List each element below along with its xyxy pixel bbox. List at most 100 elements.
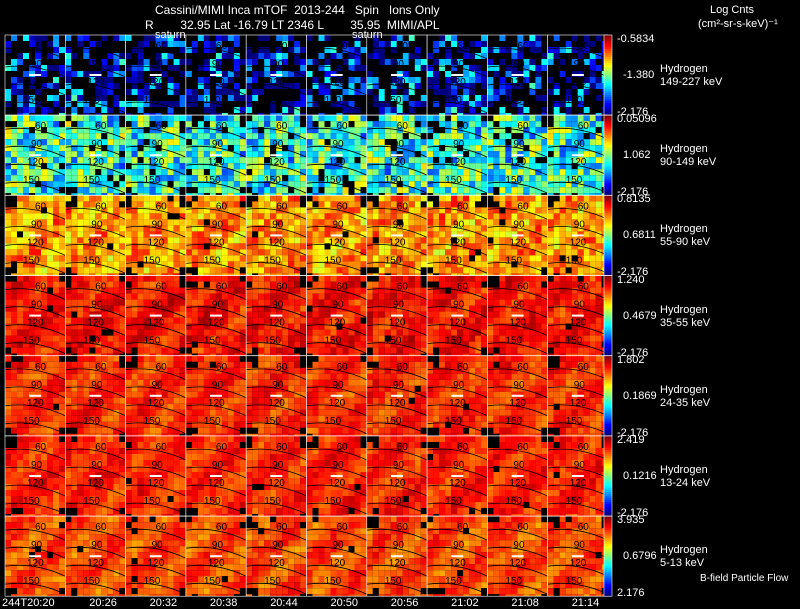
heatmap-cell [360, 207, 367, 214]
heatmap-cell [553, 231, 560, 238]
heatmap-cell [71, 157, 78, 164]
heatmap-cell [125, 65, 132, 71]
heatmap-cell [71, 201, 78, 208]
heatmap-cell [481, 83, 488, 89]
heatmap-cell [414, 77, 421, 83]
heatmap-cell [535, 207, 542, 214]
heatmap-cell [167, 193, 174, 196]
heatmap-cell [529, 41, 536, 47]
heatmap-cell [372, 213, 379, 220]
heatmap-cell [264, 53, 271, 59]
heatmap-cell [161, 95, 168, 101]
heatmap-cell [288, 35, 295, 41]
heatmap-cell [499, 219, 506, 226]
heatmap-panel: 6090120150 [306, 114, 368, 196]
heatmap-cell [239, 35, 246, 41]
heatmap-cell [481, 195, 488, 202]
heatmap-cell [95, 267, 102, 274]
heatmap-cell [469, 237, 476, 244]
heatmap-cell [107, 201, 114, 208]
heatmap-cell [252, 237, 259, 244]
heatmap-cell [53, 145, 59, 152]
heatmap-cell [565, 107, 572, 113]
heatmap-cell [541, 145, 548, 152]
heatmap-cell [65, 261, 72, 268]
heatmap-cell [595, 157, 602, 164]
heatmap-cell [53, 139, 59, 146]
heatmap-cell [179, 243, 186, 250]
heatmap-cell [131, 267, 138, 274]
heatmap-cell [433, 255, 440, 262]
heatmap-cell [11, 41, 17, 47]
heatmap-cell [107, 41, 114, 47]
heatmap-cell [53, 237, 59, 244]
heatmap-cell [589, 255, 596, 262]
heatmap-cell [119, 255, 126, 262]
heatmap-cell [5, 133, 11, 140]
heatmap-cell [541, 41, 548, 47]
heatmap-cell [378, 71, 385, 77]
heatmap-cell [282, 95, 289, 101]
heatmap-cell [191, 249, 198, 256]
heatmap-cell [264, 195, 271, 202]
heatmap-cell [252, 249, 259, 256]
heatmap-cell [23, 107, 29, 113]
heatmap-cell [71, 187, 78, 194]
heatmap-cell [65, 201, 72, 208]
heatmap-cell [445, 139, 452, 146]
contour-label: 90 [272, 59, 284, 70]
contour-label: 60 [35, 41, 47, 52]
heatmap-cell [306, 101, 313, 107]
heatmap-cell [53, 243, 59, 250]
heatmap-cell [517, 107, 524, 113]
heatmap-cell [487, 65, 494, 71]
heatmap-cell [372, 41, 379, 47]
heatmap-cell [433, 89, 440, 95]
heatmap-cell [276, 113, 283, 115]
heatmap-cell [300, 157, 307, 164]
heatmap-cell [457, 267, 464, 274]
heatmap-cell [354, 157, 361, 164]
heatmap-cell [203, 41, 210, 47]
heatmap-cell [559, 187, 566, 194]
heatmap-cell [535, 127, 542, 134]
heatmap-cell [288, 139, 295, 146]
heatmap-cell [499, 115, 506, 122]
heatmap-cell [167, 219, 174, 226]
heatmap-cell [197, 115, 204, 122]
heatmap-cell [167, 157, 174, 164]
heatmap-cell [143, 267, 150, 274]
heatmap-cell [65, 169, 72, 176]
heatmap-cell [119, 243, 126, 250]
center-marker [330, 154, 343, 157]
heatmap-cell [390, 107, 397, 113]
heatmap-cell [215, 107, 222, 113]
heatmap-cell [402, 193, 409, 196]
heatmap-cell [300, 113, 307, 115]
heatmap-cell [312, 71, 319, 77]
heatmap-cell [541, 261, 548, 268]
heatmap-cell [125, 225, 132, 232]
heatmap-cell [523, 249, 530, 256]
heatmap-cell [185, 41, 192, 47]
heatmap-cell [137, 121, 144, 128]
heatmap-cell [294, 139, 301, 146]
heatmap-cell [499, 201, 506, 208]
heatmap-cell [167, 41, 174, 47]
heatmap-cell [360, 139, 367, 146]
contour-label: 90 [574, 139, 586, 150]
heatmap-cell [589, 175, 596, 182]
heatmap-cell [366, 133, 373, 140]
heatmap-cell [487, 151, 494, 158]
heatmap-cell [119, 65, 126, 71]
heatmap-cell [17, 157, 23, 164]
heatmap-cell [481, 237, 488, 244]
heatmap-cell [246, 193, 253, 196]
heatmap-cell [143, 41, 150, 47]
heatmap-cell [360, 95, 367, 101]
heatmap-cell [59, 65, 65, 71]
heatmap-cell [487, 175, 494, 182]
heatmap-cell [396, 267, 403, 274]
heatmap-cell [402, 267, 409, 274]
heatmap-cell [71, 267, 78, 274]
